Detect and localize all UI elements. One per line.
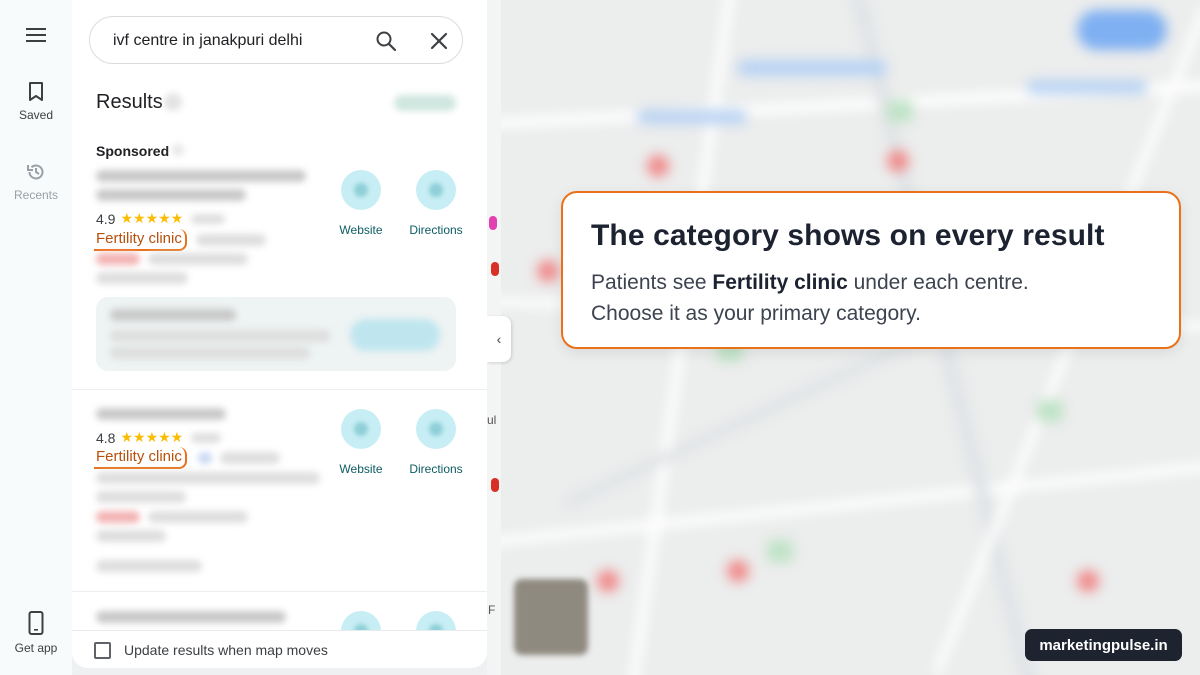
result-title-blurred xyxy=(96,408,226,420)
directions-label: Directions xyxy=(409,462,463,476)
results-panel: ivf centre in janakpuri delhi Results Sp… xyxy=(72,0,487,668)
result-title-blurred xyxy=(96,189,246,201)
callout-body: Patients see Fertility clinic under each… xyxy=(591,267,1029,329)
phone-icon xyxy=(28,611,44,635)
rating-value: 4.9 xyxy=(96,210,116,227)
hours-blurred xyxy=(148,511,248,523)
update-results-bar: Update results when map moves xyxy=(72,630,487,668)
search-box[interactable]: ivf centre in janakpuri delhi xyxy=(89,16,463,64)
website-button[interactable]: Website xyxy=(321,170,401,237)
sponsored-label: Sponsored xyxy=(96,143,170,159)
menu-button[interactable] xyxy=(0,27,72,49)
recents-button[interactable]: Recents xyxy=(0,162,72,202)
star-rating-icon: ★★★★★ xyxy=(120,429,184,445)
history-icon xyxy=(27,164,44,180)
results-heading: Results xyxy=(96,91,163,113)
website-icon xyxy=(341,409,381,449)
website-label: Website xyxy=(339,462,383,476)
layers-button[interactable] xyxy=(514,579,588,655)
bookmark-icon xyxy=(29,82,43,101)
callout-line-2: Choose it as your primary category. xyxy=(591,302,921,325)
map-marker[interactable] xyxy=(489,216,497,230)
saved-label: Saved xyxy=(18,108,54,122)
saved-button[interactable]: Saved xyxy=(0,82,72,122)
update-results-checkbox[interactable] xyxy=(94,642,111,659)
info-icon[interactable] xyxy=(172,144,184,156)
update-results-label: Update results when map moves xyxy=(124,642,328,658)
get-app-button[interactable]: Get app xyxy=(0,611,72,655)
detail-blurred xyxy=(96,272,188,284)
info-icon[interactable] xyxy=(164,93,182,111)
website-label: Website xyxy=(339,223,383,237)
directions-icon xyxy=(416,409,456,449)
close-icon[interactable] xyxy=(428,30,450,52)
divider xyxy=(72,389,487,390)
share-button[interactable] xyxy=(394,95,456,111)
collapse-panel-button[interactable]: ‹ xyxy=(487,316,511,362)
left-rail: Saved Recents Get app xyxy=(0,0,72,675)
ad-text-blurred xyxy=(110,330,330,342)
wheelchair-icon xyxy=(198,452,212,464)
ad-text-blurred xyxy=(110,347,310,359)
address-blurred xyxy=(220,452,280,464)
map-marker[interactable] xyxy=(491,478,499,492)
category-label: Fertility clinic xyxy=(94,447,187,469)
hours-blurred xyxy=(96,253,140,265)
directions-button[interactable]: Directions xyxy=(396,170,476,237)
rating-value: 4.8 xyxy=(96,429,116,446)
callout-title: The category shows on every result xyxy=(591,219,1105,252)
callout-box: The category shows on every result Patie… xyxy=(561,191,1181,349)
search-icon[interactable] xyxy=(374,29,398,53)
star-rating-icon: ★★★★★ xyxy=(120,210,184,226)
directions-button[interactable]: Directions xyxy=(396,409,476,476)
hours-blurred xyxy=(96,511,140,523)
map-label: F xyxy=(488,603,496,617)
callout-text: under each centre. xyxy=(847,271,1029,294)
callout-bold-text: Fertility clinic xyxy=(712,271,848,294)
rating-row: 4.9 ★★★★★ xyxy=(96,210,226,227)
hours-blurred xyxy=(148,253,248,265)
brand-badge: marketingpulse.in xyxy=(1025,629,1182,661)
ad-title-blurred xyxy=(110,309,236,321)
directions-icon xyxy=(416,170,456,210)
rating-row: 4.8 ★★★★★ xyxy=(96,429,222,446)
result-title-blurred xyxy=(96,170,306,182)
website-button[interactable]: Website xyxy=(321,409,401,476)
menu-icon xyxy=(26,28,46,42)
chevron-left-icon: ‹ xyxy=(496,331,502,347)
website-icon xyxy=(341,170,381,210)
callout-line-1: Patients see Fertility clinic under each… xyxy=(591,267,1029,298)
ad-cta-button[interactable] xyxy=(350,319,440,351)
address-blurred xyxy=(196,234,266,246)
recents-label: Recents xyxy=(13,188,59,202)
callout-text: Patients see xyxy=(591,271,713,294)
detail-blurred xyxy=(96,530,166,542)
ad-card[interactable] xyxy=(96,297,456,371)
get-app-label: Get app xyxy=(14,641,58,655)
result-title-blurred xyxy=(96,611,286,623)
map-marker[interactable] xyxy=(491,262,499,276)
directions-label: Directions xyxy=(409,223,463,237)
category-label: Fertility clinic xyxy=(94,229,187,251)
map-label: ul xyxy=(487,413,497,427)
search-input[interactable]: ivf centre in janakpuri delhi xyxy=(113,32,302,50)
detail-blurred xyxy=(96,491,186,503)
detail-blurred xyxy=(96,560,202,572)
divider xyxy=(72,591,487,592)
detail-blurred xyxy=(96,472,320,484)
